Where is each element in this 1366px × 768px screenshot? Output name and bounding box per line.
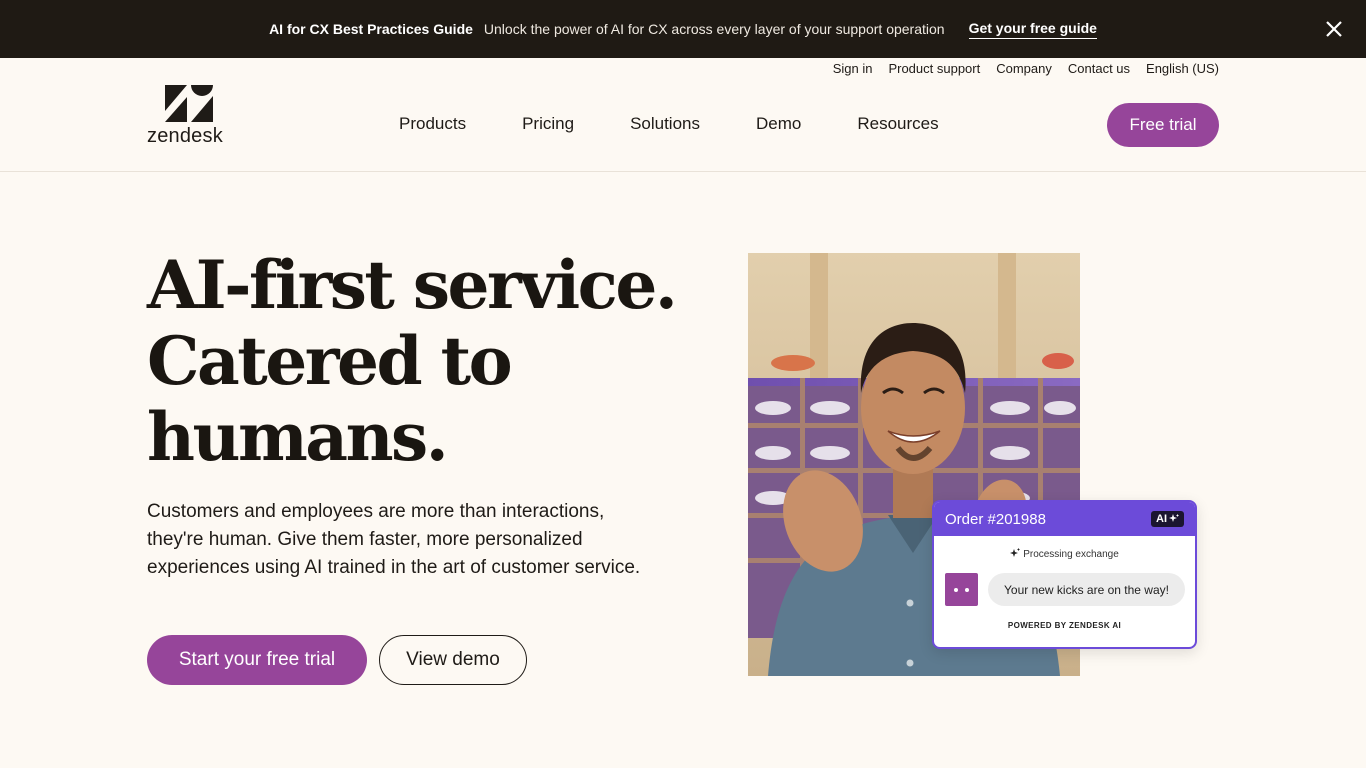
nav-solutions[interactable]: Solutions — [630, 114, 700, 134]
site-header: Sign in Product support Company Contact … — [0, 58, 1366, 172]
sign-in-link[interactable]: Sign in — [833, 61, 873, 76]
announcement-banner: AI for CX Best Practices Guide Unlock th… — [0, 0, 1366, 58]
close-icon[interactable] — [1324, 19, 1344, 39]
product-support-link[interactable]: Product support — [888, 61, 980, 76]
language-selector[interactable]: English (US) — [1146, 61, 1219, 76]
sparkle-icon — [1169, 514, 1179, 522]
get-free-guide-link[interactable]: Get your free guide — [968, 20, 1097, 39]
company-link[interactable]: Company — [996, 61, 1052, 76]
order-number: Order #201988 — [945, 510, 1046, 528]
view-demo-button[interactable]: View demo — [379, 635, 527, 685]
sparkle-icon — [1010, 548, 1021, 557]
free-trial-button[interactable]: Free trial — [1107, 103, 1219, 147]
banner-text: Unlock the power of AI for CX across eve… — [483, 21, 945, 37]
card-header: Order #201988 AI — [934, 502, 1195, 536]
ai-badge-label: AI — [1156, 513, 1167, 525]
hero-description: Customers and employees are more than in… — [147, 501, 641, 578]
order-chat-card: Order #201988 AI Processing exchange You… — [932, 500, 1197, 649]
powered-by-label: POWERED BY ZENDESK AI — [1007, 621, 1122, 630]
zendesk-logo-icon — [165, 85, 213, 122]
contact-us-link[interactable]: Contact us — [1068, 61, 1130, 76]
ai-badge: AI — [1151, 511, 1184, 527]
hero-title-line-2: Catered to — [147, 322, 513, 400]
bot-avatar — [945, 573, 978, 606]
hero-title: AI-first service. Catered to humans. — [147, 247, 707, 475]
chat-message-bubble: Your new kicks are on the way! — [988, 573, 1185, 606]
utility-nav: Sign in Product support Company Contact … — [833, 61, 1219, 76]
processing-text: Processing exchange — [1023, 549, 1119, 560]
start-free-trial-button[interactable]: Start your free trial — [147, 635, 367, 685]
logo-wordmark: zendesk — [147, 125, 223, 147]
banner-title: AI for CX Best Practices Guide — [269, 21, 473, 37]
zendesk-logo[interactable]: zendesk — [147, 85, 237, 149]
hero-title-line-1: AI-first service. — [147, 246, 678, 324]
processing-status: Processing exchange — [934, 548, 1195, 560]
hero-title-line-3: humans. — [147, 398, 449, 476]
nav-pricing[interactable]: Pricing — [522, 114, 574, 134]
nav-resources[interactable]: Resources — [857, 114, 938, 134]
main-nav: Products Pricing Solutions Demo Resource… — [399, 114, 939, 134]
nav-demo[interactable]: Demo — [756, 114, 801, 134]
nav-products[interactable]: Products — [399, 114, 466, 134]
